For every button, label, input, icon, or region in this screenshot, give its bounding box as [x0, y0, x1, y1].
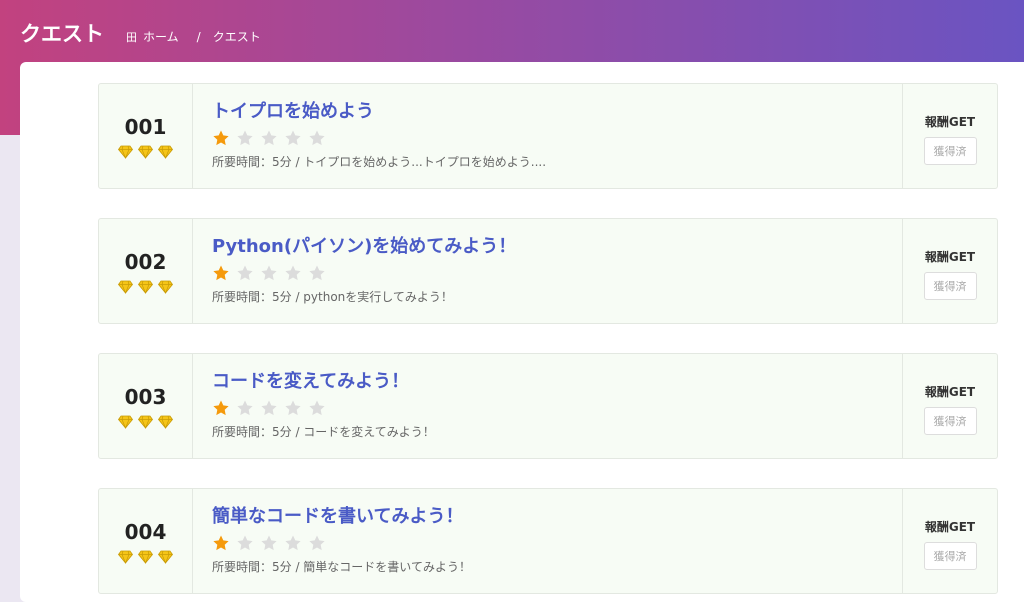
star-empty-icon — [309, 535, 325, 551]
star-filled-icon — [213, 265, 229, 281]
gem-rewards — [99, 415, 192, 429]
quest-card: 004 簡単なコードを書いてみよう！ 所要時間：5分 / 簡単なコードを書いてみ… — [98, 488, 998, 594]
reward-label: 報酬GET — [924, 520, 976, 534]
reward-label: 報酬GET — [924, 115, 976, 129]
breadcrumb-separator: / — [196, 29, 201, 44]
quest-description: 所要時間：5分 / コードを変えてみよう！ — [212, 425, 435, 439]
difficulty-stars — [212, 534, 892, 552]
star-empty-icon — [309, 130, 325, 146]
reward-label: 報酬GET — [924, 250, 976, 264]
star-filled-icon — [213, 400, 229, 416]
home-grid-icon: 田 — [126, 30, 137, 44]
breadcrumb-current: クエスト — [212, 30, 261, 44]
quest-card: 001 トイプロを始めよう 所要時間：5分 / トイプロを始めよう...トイプロ… — [98, 83, 998, 189]
diamond-gem-icon — [118, 550, 133, 564]
quest-description: 所要時間：5分 / 簡単なコードを書いてみよう！ — [212, 560, 471, 574]
acquired-button[interactable]: 獲得済 — [923, 272, 977, 300]
quest-title-link[interactable]: 簡単なコードを書いてみよう！ — [212, 505, 892, 529]
reward-label: 報酬GET — [924, 385, 976, 399]
quest-body: Python(パイソン)を始めてみよう！ 所要時間：5分 / pythonを実行… — [212, 235, 892, 305]
diamond-gem-icon — [118, 145, 133, 159]
gem-rewards — [99, 145, 192, 159]
breadcrumb-home[interactable]: ホーム — [143, 28, 179, 45]
diamond-gem-icon — [158, 550, 173, 564]
quest-body: 簡単なコードを書いてみよう！ 所要時間：5分 / 簡単なコードを書いてみよう！ — [212, 505, 892, 575]
quest-number: 002 — [124, 250, 167, 274]
star-empty-icon — [309, 265, 325, 281]
page-title: クエスト — [20, 22, 104, 46]
gem-rewards — [99, 280, 192, 294]
quest-number: 004 — [124, 520, 167, 544]
acquired-button[interactable]: 獲得済 — [923, 137, 977, 165]
star-empty-icon — [261, 535, 277, 551]
star-empty-icon — [237, 265, 253, 281]
star-empty-icon — [285, 265, 301, 281]
reward-cell: 報酬GET 獲得済 — [902, 354, 997, 458]
diamond-gem-icon — [138, 415, 153, 429]
quest-number: 003 — [124, 385, 167, 409]
diamond-gem-icon — [138, 550, 153, 564]
quest-title-link[interactable]: コードを変えてみよう！ — [212, 370, 892, 394]
reward-cell: 報酬GET 獲得済 — [902, 489, 997, 593]
star-empty-icon — [261, 265, 277, 281]
reward-cell: 報酬GET 獲得済 — [902, 84, 997, 188]
star-empty-icon — [261, 130, 277, 146]
quest-description: 所要時間：5分 / トイプロを始めよう...トイプロを始めよう.... — [212, 155, 547, 169]
star-empty-icon — [237, 400, 253, 416]
diamond-gem-icon — [118, 280, 133, 294]
diamond-gem-icon — [158, 280, 173, 294]
difficulty-stars — [212, 129, 892, 147]
quest-card: 003 コードを変えてみよう！ 所要時間：5分 / コードを変えてみよう！ 報酬… — [98, 353, 998, 459]
star-empty-icon — [309, 400, 325, 416]
reward-cell: 報酬GET 獲得済 — [902, 219, 997, 323]
star-filled-icon — [213, 130, 229, 146]
quest-number-cell: 001 — [99, 84, 193, 188]
quest-title-link[interactable]: Python(パイソン)を始めてみよう！ — [212, 235, 892, 259]
quest-description: 所要時間：5分 / pythonを実行してみよう！ — [212, 290, 453, 304]
diamond-gem-icon — [158, 415, 173, 429]
star-empty-icon — [237, 535, 253, 551]
diamond-gem-icon — [138, 280, 153, 294]
star-filled-icon — [213, 535, 229, 551]
star-empty-icon — [261, 400, 277, 416]
star-empty-icon — [285, 130, 301, 146]
star-empty-icon — [285, 400, 301, 416]
diamond-gem-icon — [158, 145, 173, 159]
quest-number-cell: 002 — [99, 219, 193, 323]
breadcrumb: 田 ホーム / クエスト — [126, 28, 261, 45]
star-empty-icon — [285, 535, 301, 551]
diamond-gem-icon — [118, 415, 133, 429]
difficulty-stars — [212, 399, 892, 417]
quest-card: 002 Python(パイソン)を始めてみよう！ 所要時間：5分 / pytho… — [98, 218, 998, 324]
quest-number: 001 — [124, 115, 167, 139]
quest-body: トイプロを始めよう 所要時間：5分 / トイプロを始めよう...トイプロを始めよ… — [212, 100, 892, 170]
quest-number-cell: 004 — [99, 489, 193, 593]
acquired-button[interactable]: 獲得済 — [923, 407, 977, 435]
acquired-button[interactable]: 獲得済 — [923, 542, 977, 570]
difficulty-stars — [212, 264, 892, 282]
gem-rewards — [99, 550, 192, 564]
quest-body: コードを変えてみよう！ 所要時間：5分 / コードを変えてみよう！ — [212, 370, 892, 440]
quest-number-cell: 003 — [99, 354, 193, 458]
star-empty-icon — [237, 130, 253, 146]
diamond-gem-icon — [138, 145, 153, 159]
quest-title-link[interactable]: トイプロを始めよう — [212, 100, 892, 124]
